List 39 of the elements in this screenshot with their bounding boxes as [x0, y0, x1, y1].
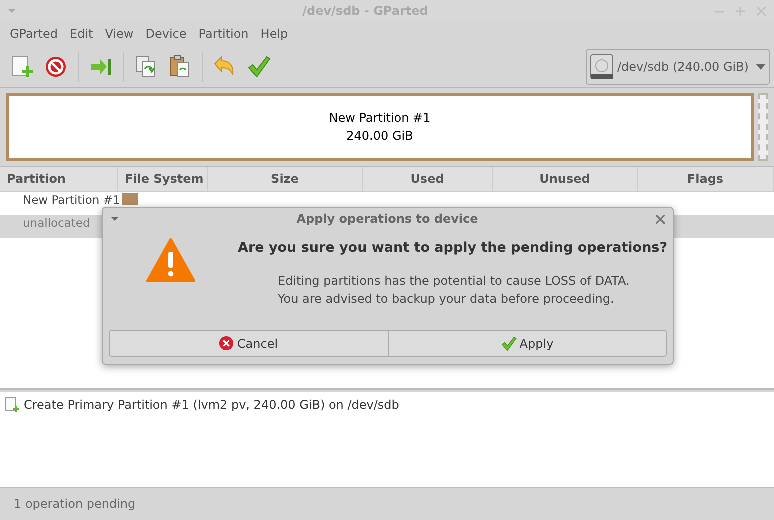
delete-icon[interactable] [44, 54, 68, 78]
column-header[interactable]: Unused [493, 167, 638, 191]
paste-icon[interactable] [168, 54, 192, 78]
window-menu-icon[interactable] [111, 217, 119, 221]
device-selector[interactable]: /dev/sdb (240.00 GiB) [586, 48, 770, 84]
cancel-button[interactable]: Cancel [109, 330, 388, 357]
dialog-message: You are advised to backup your data before proceeding. [278, 291, 616, 308]
column-header[interactable]: Size [208, 167, 363, 191]
dropdown-arrow-icon [756, 64, 766, 70]
menu-item[interactable]: Edit [64, 25, 100, 43]
dialog-message: Editing partitions has the potential to cause LOSS of DATA. [278, 273, 631, 290]
partition-name: New Partition #1 [329, 110, 431, 127]
menu-item[interactable]: Device [140, 25, 193, 43]
new-document-icon[interactable] [10, 54, 34, 78]
column-header[interactable]: File System [118, 167, 208, 191]
dialog-heading: Are you sure you want to apply the pending operations? [238, 239, 669, 258]
warning-icon [146, 238, 196, 284]
copy-icon[interactable] [134, 54, 158, 78]
new-document-icon [4, 397, 20, 413]
table-cell: unallocated [23, 216, 90, 230]
status-text: 1 operation pending [14, 496, 136, 513]
window-menu-icon[interactable] [8, 9, 16, 13]
menu-item[interactable]: Help [254, 25, 294, 43]
menu-item[interactable]: GParted [4, 25, 64, 43]
cancel-icon [219, 336, 234, 351]
apply-check-icon[interactable] [247, 54, 271, 78]
column-header[interactable]: Used [363, 167, 493, 191]
unallocated-block[interactable] [758, 93, 768, 161]
partition-block[interactable]: New Partition #1 240.00 GiB [6, 93, 754, 161]
table-cell: New Partition #1 [23, 193, 120, 207]
partition-size: 240.00 GiB [346, 128, 414, 145]
menu-item[interactable]: Partition [192, 25, 255, 43]
column-header[interactable]: Flags [638, 167, 774, 191]
apply-button[interactable]: Apply [388, 330, 667, 357]
close-icon[interactable] [656, 214, 665, 224]
check-icon [500, 336, 517, 352]
operation-item[interactable]: Create Primary Partition #1 (lvm2 pv, 240.00 GiB) on /dev/sdb [24, 396, 400, 414]
column-header[interactable]: Partition [0, 167, 118, 191]
menu-item[interactable]: View [99, 25, 140, 43]
